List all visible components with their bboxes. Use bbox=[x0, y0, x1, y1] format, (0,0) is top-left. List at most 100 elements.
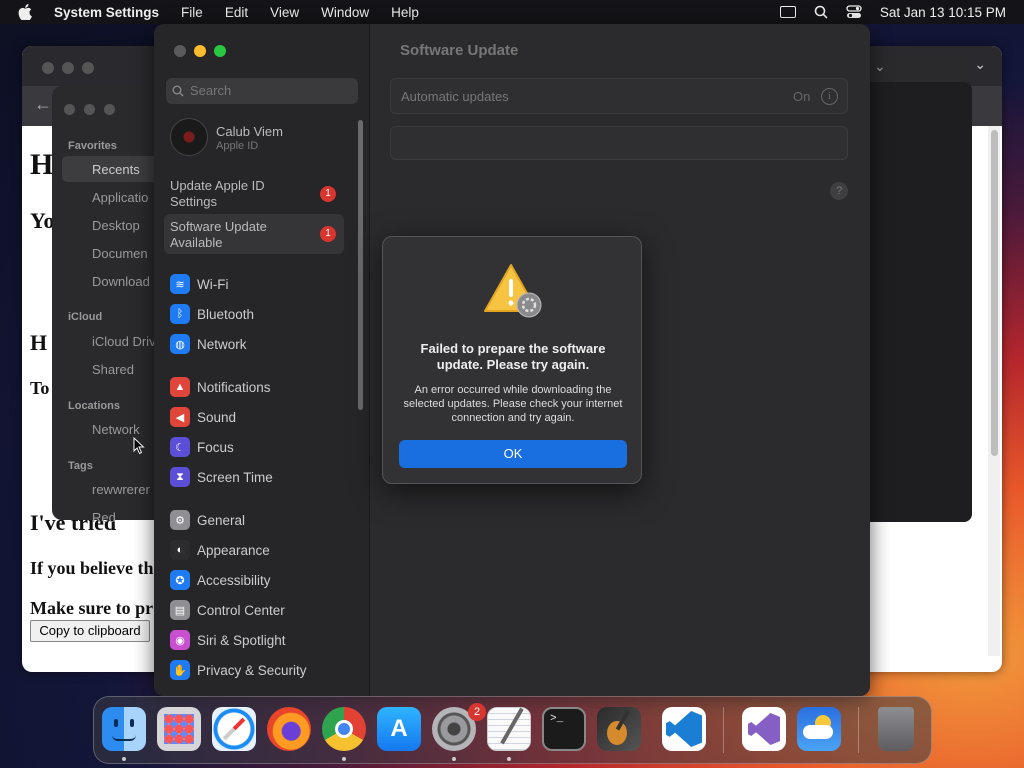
spotlight-search-icon[interactable] bbox=[814, 5, 828, 19]
sidebar-item-screen-time[interactable]: ⧗ Screen Time bbox=[170, 465, 273, 489]
update-apple-id-label: Update Apple ID Settings bbox=[170, 178, 265, 209]
automatic-updates-row[interactable]: Automatic updates On i bbox=[390, 78, 848, 114]
dark-window-header: ⌄ bbox=[860, 56, 972, 117]
ok-button[interactable]: OK bbox=[399, 440, 627, 468]
sidebar-item-wi-fi[interactable]: ≋ Wi-Fi bbox=[170, 272, 228, 296]
vscode-icon[interactable] bbox=[662, 707, 706, 751]
browser-scroll-thumb[interactable] bbox=[991, 130, 998, 456]
finder-item-icloud-drive[interactable]: iCloud Driv bbox=[92, 334, 156, 349]
page-paragraph: Yo bbox=[30, 208, 55, 233]
sidebar-item-label: Focus bbox=[197, 439, 234, 455]
bell-icon: ▲ bbox=[170, 377, 190, 397]
finder-minimize-button[interactable] bbox=[84, 104, 95, 115]
terminal-icon[interactable]: >_ bbox=[542, 707, 586, 751]
screen-mirroring-icon[interactable] bbox=[779, 6, 796, 18]
running-indicator bbox=[507, 757, 511, 761]
firefox-icon[interactable] bbox=[267, 707, 311, 751]
page-paragraph: Make sure to pr bbox=[30, 598, 154, 618]
error-alert-dialog: Failed to prepare the software update. P… bbox=[382, 236, 642, 484]
dock-separator bbox=[723, 707, 724, 753]
sidebar-item-label: Bluetooth bbox=[197, 306, 255, 322]
help-icon[interactable]: ? bbox=[830, 182, 848, 200]
finder-item-documents[interactable]: Documen bbox=[92, 246, 148, 261]
mouse-pointer-icon bbox=[133, 437, 145, 455]
globe-icon: ◍ bbox=[170, 334, 190, 354]
copy-to-clipboard-button[interactable]: Copy to clipboard bbox=[30, 620, 150, 642]
browser-minimize-button[interactable] bbox=[62, 62, 74, 74]
browser-zoom-button[interactable] bbox=[82, 62, 94, 74]
dock-separator bbox=[858, 707, 859, 753]
automatic-updates-value: On bbox=[793, 89, 811, 104]
chrome-icon[interactable] bbox=[322, 707, 366, 751]
sidebar-item-bluetooth[interactable]: ᛒ Bluetooth bbox=[170, 302, 254, 326]
sidebar-item-label: Wi-Fi bbox=[197, 276, 229, 292]
sidebar-item-label: Accessibility bbox=[197, 572, 271, 588]
sidebar-search-input[interactable]: Search bbox=[166, 78, 358, 104]
close-button[interactable] bbox=[174, 45, 186, 57]
software-update-available-item[interactable]: Software Update Available 1 bbox=[164, 214, 344, 254]
sidebar-scrollbar[interactable] bbox=[358, 120, 363, 410]
finder-tag-item[interactable]: Red bbox=[92, 510, 116, 525]
finder-item-downloads[interactable]: Download bbox=[92, 274, 150, 289]
zoom-button[interactable] bbox=[214, 45, 226, 57]
browser-close-button[interactable] bbox=[42, 62, 54, 74]
menu-edit[interactable]: Edit bbox=[225, 5, 248, 20]
sidebar-item-notifications[interactable]: ▲ Notifications bbox=[170, 375, 271, 399]
finder-tag-item[interactable]: rewwrerer bbox=[92, 482, 150, 497]
finder-icon[interactable] bbox=[102, 707, 146, 751]
launchpad-icon[interactable] bbox=[157, 707, 201, 751]
wifi-icon: ≋ bbox=[170, 274, 190, 294]
accessibility-icon: ✪ bbox=[170, 570, 190, 590]
avatar bbox=[170, 118, 208, 156]
weather-icon[interactable] bbox=[797, 707, 841, 751]
hand-icon: ✋ bbox=[170, 660, 190, 680]
chevron-down-icon[interactable]: ⌄ bbox=[874, 58, 886, 75]
settings-sidebar: Search Calub Viem Apple ID Update Apple … bbox=[154, 24, 370, 696]
info-icon[interactable]: i bbox=[821, 88, 838, 105]
sidebar-item-sound[interactable]: ◀ Sound bbox=[170, 405, 236, 429]
finder-item-desktop[interactable]: Desktop bbox=[92, 218, 140, 233]
sidebar-item-appearance[interactable]: ◐ Appearance bbox=[170, 538, 270, 562]
control-center-icon: ▤ bbox=[170, 600, 190, 620]
automatic-updates-label: Automatic updates bbox=[401, 89, 509, 104]
sidebar-item-network[interactable]: ◍ Network bbox=[170, 332, 247, 356]
menu-file[interactable]: File bbox=[181, 5, 203, 20]
menubar-clock[interactable]: Sat Jan 13 10:15 PM bbox=[880, 5, 1006, 20]
menu-help[interactable]: Help bbox=[391, 5, 419, 20]
running-indicator bbox=[452, 757, 456, 761]
finder-item-applications[interactable]: Applicatio bbox=[92, 190, 148, 205]
finder-item-shared[interactable]: Shared bbox=[92, 362, 134, 377]
page-subheading: H bbox=[30, 330, 48, 355]
trash-icon[interactable] bbox=[878, 707, 914, 751]
safari-icon[interactable] bbox=[212, 707, 256, 751]
garageband-icon[interactable] bbox=[597, 707, 641, 751]
sidebar-item-accessibility[interactable]: ✪ Accessibility bbox=[170, 568, 271, 592]
sidebar-item-siri-spotlight[interactable]: ◉ Siri & Spotlight bbox=[170, 628, 286, 652]
page-title: Software Update bbox=[400, 42, 519, 59]
sidebar-item-focus[interactable]: ☾ Focus bbox=[170, 435, 234, 459]
update-apple-id-settings-item[interactable]: Update Apple ID Settings 1 bbox=[164, 174, 344, 212]
textedit-icon[interactable] bbox=[487, 707, 531, 751]
finder-zoom-button[interactable] bbox=[104, 104, 115, 115]
visual-studio-icon[interactable] bbox=[742, 707, 786, 751]
dock: A 2 >_ bbox=[93, 696, 932, 764]
sidebar-item-privacy-security[interactable]: ✋ Privacy & Security bbox=[170, 658, 307, 682]
menu-window[interactable]: Window bbox=[321, 5, 369, 20]
sidebar-item-general[interactable]: ⚙ General bbox=[170, 508, 245, 532]
moon-icon: ☾ bbox=[170, 437, 190, 457]
back-arrow-icon[interactable]: ← bbox=[34, 94, 52, 115]
finder-item-recents[interactable]: Recents bbox=[92, 162, 140, 177]
control-center-icon[interactable] bbox=[846, 5, 862, 19]
menu-view[interactable]: View bbox=[270, 5, 299, 20]
finder-close-button[interactable] bbox=[64, 104, 75, 115]
finder-item-network[interactable]: Network bbox=[92, 422, 140, 437]
sidebar-item-control-center[interactable]: ▤ Control Center bbox=[170, 598, 285, 622]
minimize-button[interactable] bbox=[194, 45, 206, 57]
app-store-icon[interactable]: A bbox=[377, 707, 421, 751]
chevron-down-icon[interactable]: ⌄ bbox=[974, 56, 986, 73]
warning-icon bbox=[484, 264, 542, 318]
apple-menu-icon[interactable] bbox=[18, 4, 32, 20]
menu-app-name[interactable]: System Settings bbox=[54, 5, 159, 20]
apple-id-account[interactable]: Calub Viem Apple ID bbox=[170, 118, 350, 158]
sidebar-item-label: Appearance bbox=[197, 542, 270, 558]
